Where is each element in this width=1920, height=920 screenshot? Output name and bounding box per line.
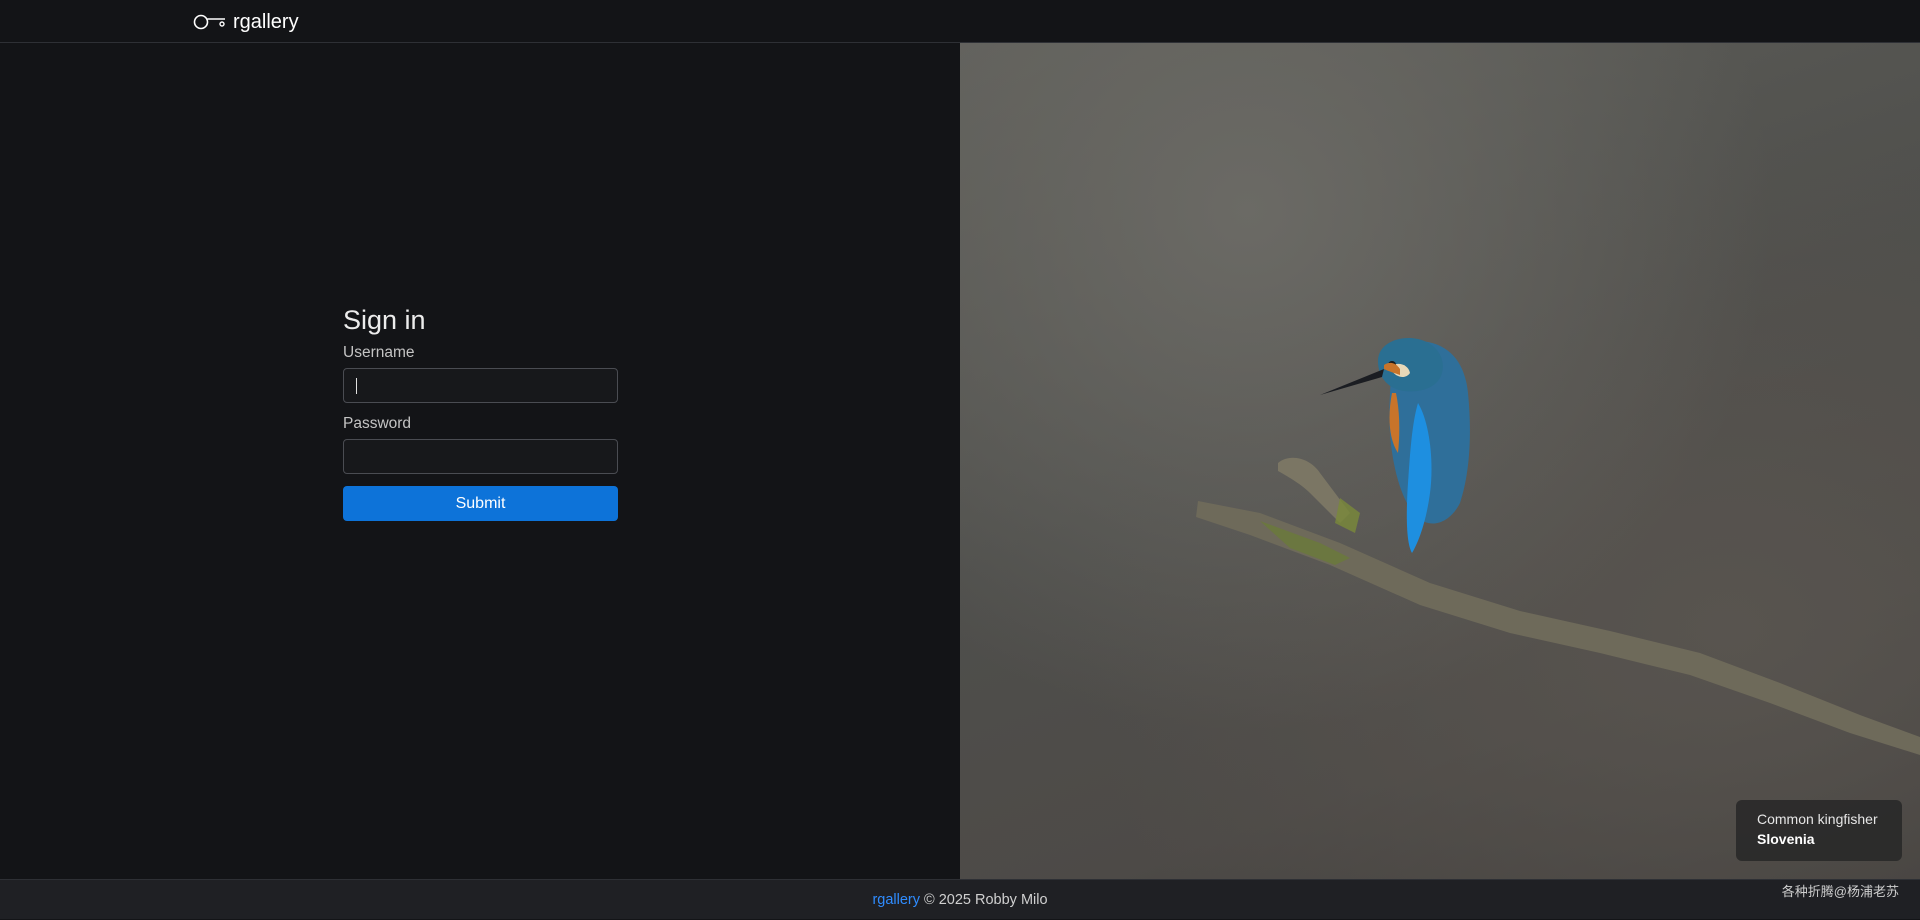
signin-form: Sign in Username Password Submit (343, 304, 618, 521)
footer-copyright: © 2025 Robby Milo (924, 892, 1048, 908)
kingfisher-image (1196, 337, 1920, 755)
submit-button[interactable]: Submit (343, 486, 618, 521)
footer-brand-link[interactable]: rgallery (872, 892, 920, 908)
brand-name: rgallery (233, 10, 299, 33)
watermark-text: 各种折腾@杨浦老苏 (1781, 884, 1899, 899)
page-title: Sign in (343, 305, 426, 335)
brand-link[interactable]: rgallery (193, 9, 299, 35)
photo-caption: Common kingfisher Slovenia (1736, 800, 1902, 861)
caption-species: Common kingfisher (1757, 811, 1878, 827)
featured-photo (960, 43, 1920, 879)
password-input[interactable] (343, 439, 618, 474)
top-navbar: rgallery (0, 0, 1920, 43)
key-icon (193, 14, 225, 30)
caption-location: Slovenia (1757, 831, 1815, 847)
username-input[interactable] (343, 368, 618, 403)
username-label: Username (343, 344, 415, 361)
password-label: Password (343, 415, 412, 432)
text-cursor (356, 378, 357, 394)
footer: rgallery © 2025 Robby Milo (0, 879, 1920, 919)
